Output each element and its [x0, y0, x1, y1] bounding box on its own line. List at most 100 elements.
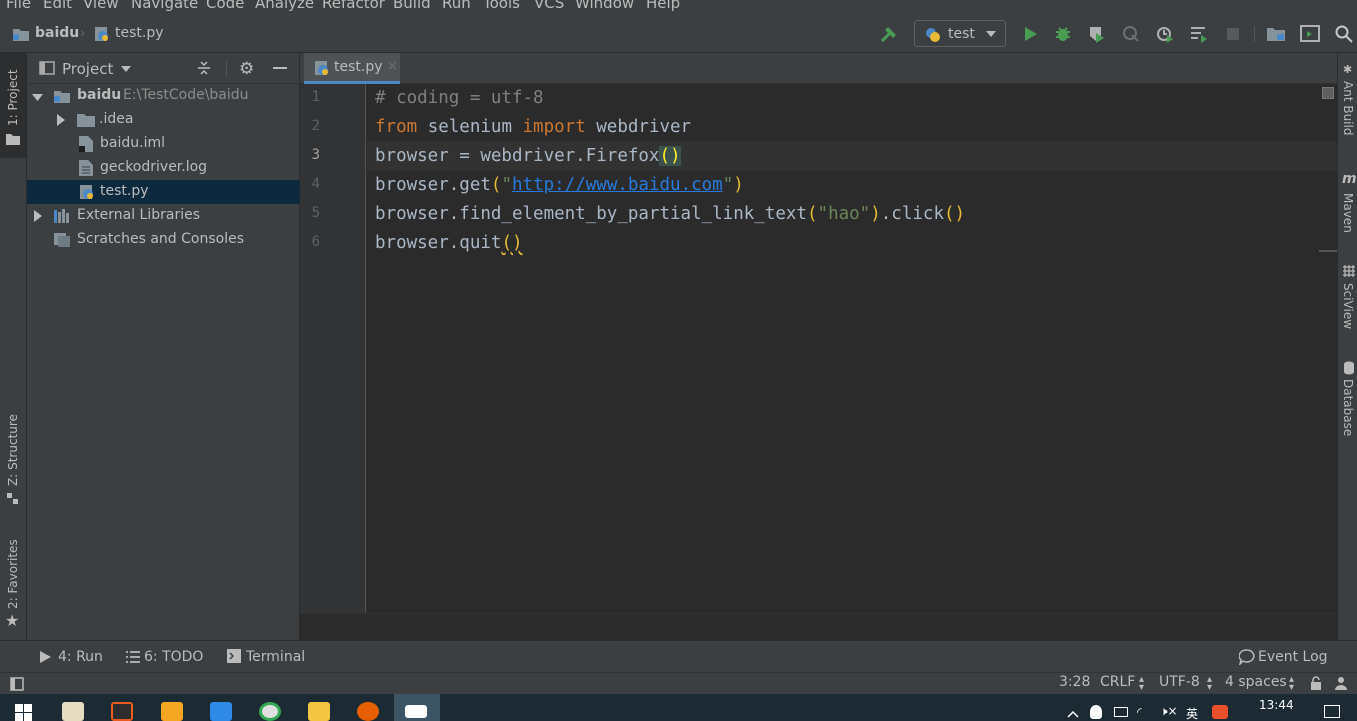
- tree-item-external-libraries[interactable]: External Libraries: [27, 204, 300, 228]
- sogou-ime-icon[interactable]: [1212, 705, 1228, 719]
- code-line-2: from selenium import webdriver: [375, 117, 691, 137]
- menu-vcs[interactable]: VCS: [534, 0, 564, 12]
- tab-ant-build[interactable]: Ant Build: [1341, 81, 1355, 135]
- breadcrumb-file[interactable]: test.py: [115, 25, 164, 41]
- inspection-status-marker[interactable]: [1322, 87, 1334, 99]
- tree-item-root[interactable]: baidu E:\TestCode\baidu: [27, 84, 300, 108]
- code-line-6: browser.quit(): [375, 233, 523, 253]
- file-explorer-app-icon[interactable]: [308, 702, 330, 721]
- project-structure-icon[interactable]: [1266, 24, 1286, 44]
- tray-app-icon[interactable]: [1090, 705, 1102, 719]
- line-number: 1: [311, 89, 320, 105]
- clock-time[interactable]: 13:44: [1259, 698, 1294, 712]
- intellij-app-icon[interactable]: [111, 702, 133, 721]
- ime-indicator[interactable]: 英: [1186, 705, 1198, 721]
- run-anything-icon[interactable]: [1300, 24, 1320, 44]
- menu-help[interactable]: Help: [646, 0, 680, 12]
- todo-list-icon: [126, 651, 140, 667]
- tree-item-test-py[interactable]: test.py: [27, 180, 300, 204]
- tab-test-py[interactable]: test.py ×: [304, 53, 400, 84]
- menu-edit[interactable]: Edit: [43, 0, 72, 12]
- editor-tabs: test.py ×: [300, 53, 1337, 84]
- close-icon[interactable]: ×: [387, 59, 398, 74]
- status-bar: 3:28 CRLF ▴ ▾ UTF-8 ▴ ▾ 4 spaces ▴ ▾: [0, 672, 1357, 694]
- stop-icon[interactable]: [1223, 24, 1243, 44]
- collapsed-arrow-icon[interactable]: [32, 210, 43, 226]
- project-tool-window: Project ⚙ baidu E:\TestCode\baidu .idea: [27, 53, 300, 640]
- project-panel-header: Project ⚙: [27, 53, 300, 84]
- tree-item-geckodriver-log[interactable]: geckodriver.log: [27, 156, 300, 180]
- code-url-link[interactable]: http://www.baidu.com: [512, 175, 723, 195]
- menu-file[interactable]: File: [6, 0, 31, 12]
- menu-view[interactable]: View: [83, 0, 119, 12]
- folder-icon: [77, 113, 95, 131]
- run-tasks-icon[interactable]: [1189, 24, 1209, 44]
- python-file-icon: [314, 60, 330, 80]
- tool-terminal[interactable]: Terminal: [246, 649, 305, 665]
- breadcrumb-project[interactable]: baidu: [35, 25, 79, 41]
- navigation-bar: baidu › test.py test: [0, 12, 1357, 53]
- menu-run[interactable]: Run: [442, 0, 471, 12]
- indent-select[interactable]: 4 spaces: [1225, 674, 1287, 690]
- collapsed-arrow-icon[interactable]: [55, 114, 66, 130]
- firefox-app-icon[interactable]: [357, 702, 379, 721]
- run-with-coverage-icon[interactable]: [1087, 24, 1107, 44]
- menu-code[interactable]: Code: [206, 0, 244, 12]
- tree-item-baidu-iml[interactable]: baidu.iml: [27, 132, 300, 156]
- build-hammer-icon[interactable]: [879, 24, 899, 44]
- encoding-select[interactable]: UTF-8: [1159, 674, 1200, 690]
- tree-item-idea[interactable]: .idea: [27, 108, 300, 132]
- pycharm-window-icon[interactable]: [405, 705, 427, 718]
- toggle-tool-windows-icon[interactable]: [10, 677, 24, 695]
- menu-navigate[interactable]: Navigate: [131, 0, 198, 12]
- tree-item-scratches[interactable]: Scratches and Consoles: [27, 228, 300, 252]
- tray-chevron-up-icon[interactable]: [1067, 706, 1079, 721]
- tab-structure[interactable]: Z: Structure: [6, 414, 20, 486]
- volume-muted-icon[interactable]: 🕨×: [1160, 704, 1178, 719]
- hide-minus-icon[interactable]: [273, 67, 287, 69]
- caret-down-icon[interactable]: [120, 63, 132, 79]
- line-separator-select[interactable]: CRLF: [1100, 674, 1135, 690]
- expanded-arrow-icon[interactable]: [32, 91, 43, 107]
- tab-project[interactable]: 1: Project: [6, 69, 20, 126]
- code-editor[interactable]: 1 2 3 4 5 6 # coding = utf-8 from seleni…: [300, 84, 1337, 613]
- run-icon[interactable]: [1020, 24, 1040, 44]
- profile-icon[interactable]: [1155, 24, 1175, 44]
- concurrency-diagram-icon[interactable]: [1121, 24, 1141, 44]
- menu-build[interactable]: Build: [393, 0, 431, 12]
- search-everywhere-icon[interactable]: [1334, 24, 1354, 44]
- app-icon-blue[interactable]: [210, 702, 232, 721]
- code-line-4: browser.get("http://www.baidu.com"): [375, 175, 744, 195]
- tool-todo[interactable]: 6: TODO: [144, 649, 203, 665]
- debug-bug-icon[interactable]: [1053, 24, 1073, 44]
- run-configuration-select[interactable]: test: [914, 20, 1006, 47]
- tab-sciview[interactable]: SciView: [1341, 283, 1355, 329]
- gear-icon[interactable]: ⚙: [239, 59, 254, 79]
- menu-window[interactable]: Window: [575, 0, 634, 12]
- notepad-app-icon[interactable]: [62, 702, 84, 721]
- project-view-select[interactable]: Project: [62, 60, 113, 78]
- python-icon: [925, 27, 941, 47]
- chrome-app-icon[interactable]: [259, 702, 281, 721]
- inspector-person-icon[interactable]: [1334, 676, 1348, 694]
- menu-analyze[interactable]: Analyze: [255, 0, 314, 12]
- app-icon-orange[interactable]: [161, 702, 183, 721]
- tab-maven[interactable]: Maven: [1341, 193, 1355, 233]
- ant-icon: ✱: [1343, 63, 1353, 76]
- code-paren: (): [501, 233, 523, 253]
- menu-refactor[interactable]: Refactor: [322, 0, 385, 12]
- caret-position[interactable]: 3:28: [1059, 674, 1090, 690]
- lock-icon[interactable]: [1309, 676, 1323, 694]
- wifi-icon[interactable]: ◜: [1137, 705, 1142, 719]
- action-center-icon[interactable]: [1324, 705, 1340, 718]
- menu-tools[interactable]: Tools: [483, 0, 520, 12]
- tool-event-log[interactable]: Event Log: [1258, 649, 1328, 665]
- tool-run[interactable]: 4: Run: [58, 649, 103, 665]
- tab-database[interactable]: Database: [1341, 379, 1355, 436]
- collapse-all-icon[interactable]: [196, 60, 212, 80]
- windows-start-icon[interactable]: [15, 704, 32, 721]
- tab-favorites[interactable]: 2: Favorites: [6, 539, 20, 609]
- network-icon[interactable]: [1114, 707, 1128, 717]
- scrollbar-marker[interactable]: [1319, 250, 1337, 252]
- code-line-5: browser.find_element_by_partial_link_tex…: [375, 204, 965, 224]
